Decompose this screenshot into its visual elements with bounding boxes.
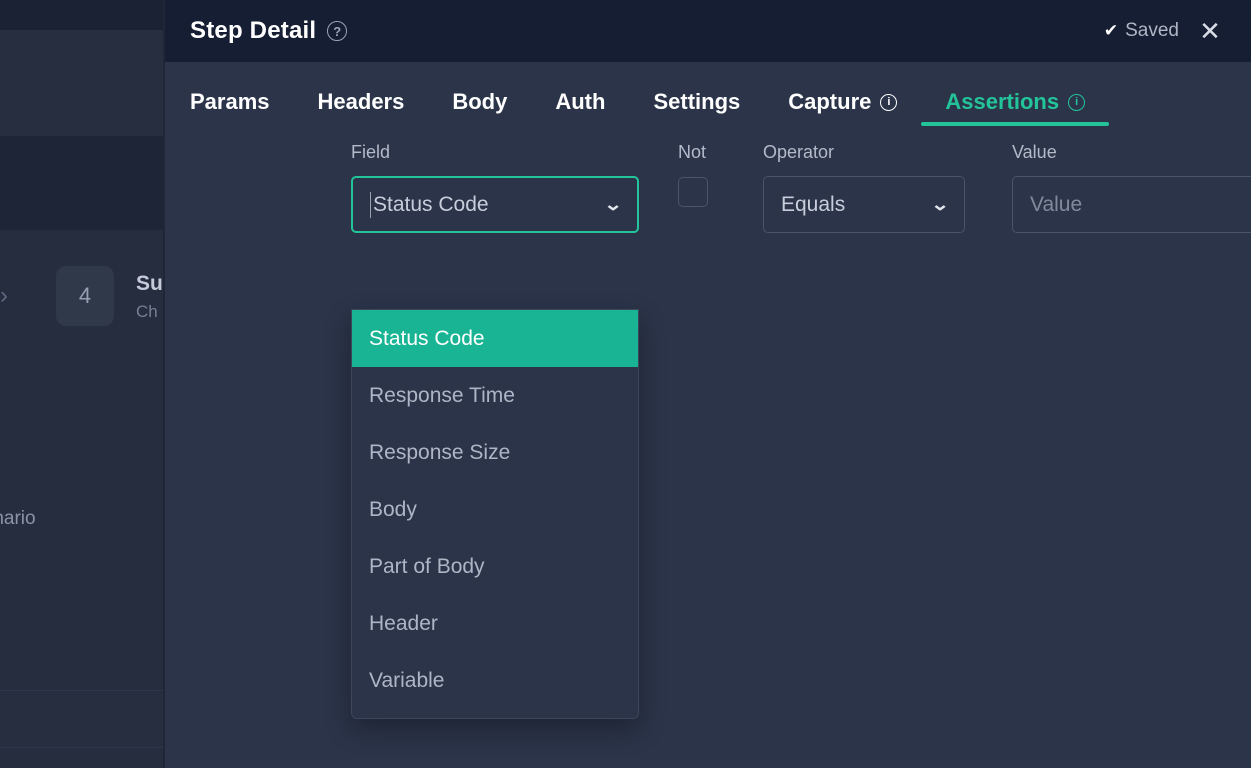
question-mark-circle-icon[interactable]: ?	[327, 21, 347, 41]
dropdown-option-body[interactable]: Body	[352, 481, 638, 538]
background-panel-footer	[0, 748, 163, 768]
value-column: Value	[1012, 142, 1251, 233]
tab-label: Assertions	[945, 89, 1059, 115]
status-badge: ✔ Saved	[1104, 20, 1179, 42]
not-checkbox[interactable]	[678, 177, 708, 207]
not-column: Not	[678, 142, 738, 207]
field-label: Field	[351, 142, 639, 164]
value-input-wrapper[interactable]	[1012, 176, 1251, 233]
tab-params[interactable]: Params	[190, 62, 294, 142]
not-label: Not	[678, 142, 738, 164]
background-step-number-badge: 4	[56, 266, 114, 326]
value-label: Value	[1012, 142, 1251, 164]
dropdown-option-header[interactable]: Header	[352, 595, 638, 652]
tab-headers[interactable]: Headers	[294, 62, 429, 142]
tab-body[interactable]: Body	[428, 62, 531, 142]
panel-header-actions: ✔ Saved ✕	[1104, 14, 1227, 48]
field-select[interactable]: Status Code ⌄	[351, 176, 639, 233]
tab-assertions[interactable]: Assertions i	[921, 62, 1109, 142]
background-divider-1	[0, 690, 163, 691]
operator-column: Operator Equals ⌄	[763, 142, 965, 233]
text-cursor	[370, 192, 371, 218]
background-panel-upper	[0, 30, 163, 136]
panel-header: Step Detail ? ✔ Saved ✕	[165, 0, 1251, 62]
operator-select[interactable]: Equals ⌄	[763, 176, 965, 233]
tab-label: Auth	[555, 89, 605, 115]
info-circle-icon[interactable]: i	[1068, 94, 1085, 111]
tab-label: Settings	[653, 89, 740, 115]
background-expand-chevron-icon[interactable]: ›	[0, 282, 22, 310]
tab-bar: Params Headers Body Auth Settings Captur…	[165, 62, 1251, 142]
background-divider-2	[0, 747, 163, 748]
value-input[interactable]	[1030, 193, 1251, 217]
operator-select-value: Equals	[781, 193, 845, 217]
dropdown-option-response-time[interactable]: Response Time	[352, 367, 638, 424]
saved-label: Saved	[1125, 20, 1179, 42]
tab-auth[interactable]: Auth	[531, 62, 629, 142]
step-detail-panel: Step Detail ? ✔ Saved ✕ Params Headers B…	[165, 0, 1251, 768]
info-circle-icon[interactable]: i	[880, 94, 897, 111]
check-icon: ✔	[1104, 21, 1118, 41]
dropdown-option-part-of-body[interactable]: Part of Body	[352, 538, 638, 595]
background-step-subtitle: Ch	[136, 302, 158, 322]
background-scenario-text: in the scenario	[0, 508, 36, 530]
tab-label: Capture	[788, 89, 871, 115]
tab-capture[interactable]: Capture i	[764, 62, 921, 142]
close-icon[interactable]: ✕	[1193, 14, 1227, 48]
field-column: Field Status Code ⌄	[351, 142, 639, 233]
background-panel-lower	[0, 692, 163, 748]
background-panel-dark	[0, 136, 163, 230]
dropdown-option-status-code[interactable]: Status Code	[352, 310, 638, 367]
tab-label: Headers	[318, 89, 405, 115]
operator-label: Operator	[763, 142, 965, 164]
page-title: Step Detail	[190, 17, 316, 45]
background-topbar	[0, 0, 165, 30]
tab-label: Body	[452, 89, 507, 115]
field-dropdown-list: Status Code Response Time Response Size …	[351, 309, 639, 719]
tab-label: Params	[190, 89, 270, 115]
chevron-down-icon[interactable]: ⌄	[930, 195, 949, 215]
chevron-down-icon[interactable]: ⌄	[603, 195, 622, 215]
dropdown-option-response-size[interactable]: Response Size	[352, 424, 638, 481]
field-select-value: Status Code	[373, 193, 489, 217]
dropdown-option-variable[interactable]: Variable	[352, 652, 638, 709]
tab-settings[interactable]: Settings	[629, 62, 764, 142]
background-step-title: Su	[136, 272, 163, 296]
